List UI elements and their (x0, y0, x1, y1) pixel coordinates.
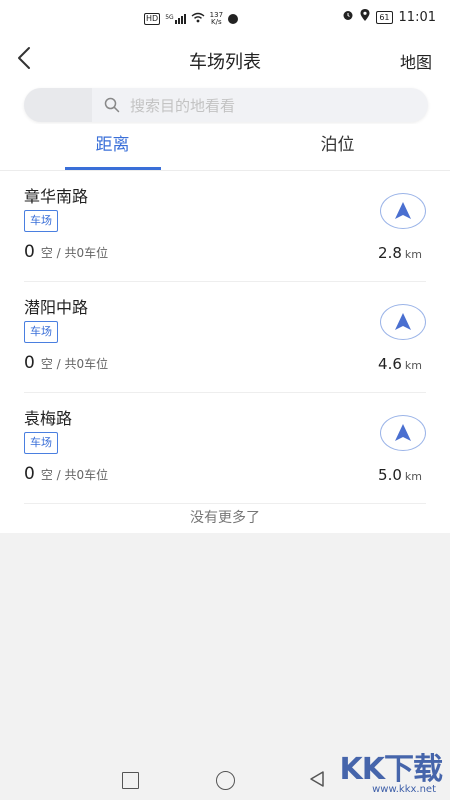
distance-unit: km (404, 359, 422, 372)
capacity-label: 空 / 共0车位 (40, 468, 109, 482)
page-title: 车场列表 (189, 52, 261, 73)
parking-lot-list: 章华南路 车场 0空 / 共0车位 2.8 km 潜阳中路 车场 0空 / 共0车… (0, 171, 450, 533)
navigate-button[interactable] (380, 304, 426, 340)
availability: 0 空 / 共0车位 (24, 242, 108, 262)
net-speed-unit: K/s (211, 18, 222, 26)
search-input[interactable] (128, 94, 412, 118)
lot-name: 袁梅路 (24, 409, 73, 428)
distance: 2.8 km (378, 244, 422, 262)
list-item[interactable]: 袁梅路 车场 0 空 / 共0车位 5.0 km (0, 393, 450, 504)
search-icon (104, 97, 120, 113)
distance-value: 2.8 (378, 244, 402, 262)
network-type-label: 5G (165, 14, 174, 21)
location-icon (360, 9, 370, 25)
distance: 4.6 km (378, 355, 422, 373)
distance-unit: km (404, 248, 422, 261)
free-count: 0 (24, 353, 35, 373)
app-header: 车场列表 地图 (0, 36, 450, 84)
distance-value: 5.0 (378, 466, 402, 484)
divider (24, 503, 426, 504)
lot-name: 潜阳中路 (24, 298, 89, 317)
watermark-logo: KK下载 (339, 752, 443, 787)
free-count: 0 (24, 464, 35, 484)
availability: 0 空 / 共0车位 (24, 464, 108, 484)
system-back-button[interactable] (308, 770, 326, 792)
free-count: 0 (24, 242, 35, 262)
signal-icon: 5G (165, 14, 186, 24)
map-button[interactable]: 地图 (400, 49, 432, 73)
lot-name: 章华南路 (24, 187, 89, 206)
active-tab-indicator (65, 167, 161, 170)
clock: 11:01 (398, 9, 436, 25)
capacity-label: 空 / 共0车位 (40, 357, 109, 371)
list-item[interactable]: 章华南路 车场 0 空 / 共0车位 2.8 km (0, 171, 450, 282)
net-speed: 137 K/s (210, 12, 223, 26)
triangle-back-icon (310, 771, 324, 787)
availability: 0 空 / 共0车位 (24, 353, 108, 373)
battery-icon: 61 (376, 10, 393, 24)
lot-type-tag: 车场 (24, 210, 58, 232)
navigation-arrow-icon (395, 313, 411, 330)
navigation-arrow-icon (395, 202, 411, 219)
tab-distance[interactable]: 距离 (0, 124, 225, 170)
hd-indicator: HD (144, 13, 161, 25)
status-bar: HD 5G 137 K/s 61 11:01 (0, 0, 450, 36)
end-of-list-text: 没有更多了 (190, 510, 260, 526)
distance: 5.0 km (378, 466, 422, 484)
wifi-icon (191, 12, 205, 26)
list-item[interactable]: 潜阳中路 车场 0 空 / 共0车位 4.6 km (0, 282, 450, 393)
distance-value: 4.6 (378, 355, 402, 373)
lot-type-tag: 车场 (24, 321, 58, 343)
tab-berths[interactable]: 泊位 (225, 124, 450, 170)
alarm-icon (342, 9, 354, 25)
navigate-button[interactable] (380, 415, 426, 451)
capacity-label: 空 / 共0车位 (40, 246, 109, 260)
distance-unit: km (404, 470, 422, 483)
navigation-arrow-icon (395, 424, 411, 441)
lot-type-tag: 车场 (24, 432, 58, 454)
search-scope-selector[interactable] (24, 88, 92, 122)
navigate-button[interactable] (380, 193, 426, 229)
search-bar[interactable] (24, 88, 428, 122)
home-button[interactable] (216, 771, 235, 790)
watermark-url: www.kkx.net (372, 784, 436, 795)
data-saver-icon (228, 14, 239, 24)
search-bar-container (0, 84, 450, 124)
sort-tabs: 距离 泊位 (0, 124, 450, 171)
recent-apps-button[interactable] (122, 772, 139, 789)
